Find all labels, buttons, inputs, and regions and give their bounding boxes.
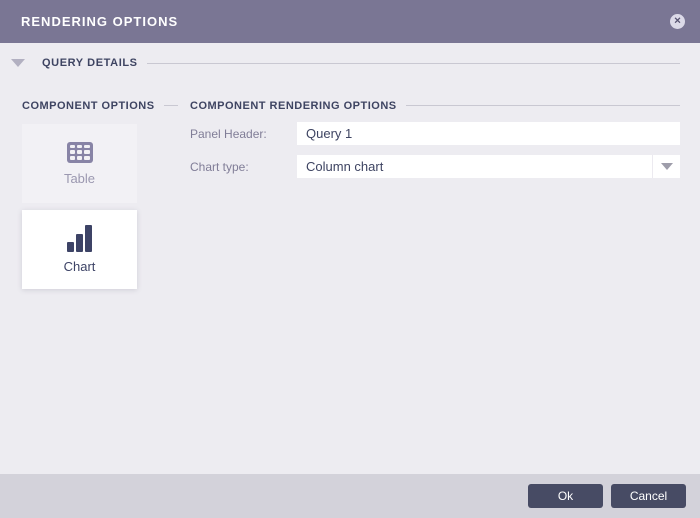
chart-type-selected-value: Column chart (306, 159, 384, 174)
section-divider-line (405, 105, 680, 106)
section-divider-line (146, 62, 680, 64)
cancel-button[interactable]: Cancel (611, 484, 686, 508)
options-columns: COMPONENT OPTIONS Table Chart COMPONENT … (22, 100, 680, 289)
table-grid-icon (66, 141, 93, 163)
dialog-title: RENDERING OPTIONS (21, 14, 179, 29)
bar-chart-icon (67, 225, 92, 252)
rendering-options-column: COMPONENT RENDERING OPTIONS Panel Header… (190, 100, 680, 178)
rendering-options-title: COMPONENT RENDERING OPTIONS (190, 99, 397, 112)
component-options-title: COMPONENT OPTIONS (22, 99, 155, 112)
section-divider-line (163, 105, 178, 106)
component-option-chart[interactable]: Chart (22, 210, 137, 289)
query-details-section-header: QUERY DETAILS (11, 55, 680, 71)
rendering-options-header: COMPONENT RENDERING OPTIONS (190, 99, 680, 112)
panel-header-row: Panel Header: (190, 122, 680, 145)
collapse-caret-icon[interactable] (11, 59, 25, 67)
dialog-footer: Ok Cancel (0, 474, 700, 518)
component-options-header: COMPONENT OPTIONS (22, 99, 190, 112)
panel-header-label: Panel Header: (190, 126, 267, 141)
ok-button[interactable]: Ok (528, 484, 603, 508)
component-options-column: COMPONENT OPTIONS Table Chart (22, 100, 190, 289)
select-caret-zone (652, 155, 680, 178)
chevron-down-icon (660, 163, 673, 170)
rendering-options-dialog: RENDERING OPTIONS ✕ QUERY DETAILS COMPON… (0, 0, 700, 518)
component-option-table[interactable]: Table (22, 124, 137, 203)
dialog-header: RENDERING OPTIONS ✕ (0, 0, 700, 43)
dialog-body: QUERY DETAILS COMPONENT OPTIONS Table Ch… (0, 43, 700, 474)
chart-type-label: Chart type: (190, 159, 249, 174)
query-details-label: QUERY DETAILS (42, 57, 138, 69)
panel-header-input[interactable] (297, 122, 680, 145)
chart-option-label: Chart (63, 259, 96, 274)
table-option-label: Table (63, 170, 96, 186)
close-button[interactable]: ✕ (670, 14, 685, 29)
chart-type-select[interactable]: Column chart (297, 155, 680, 178)
close-icon: ✕ (673, 15, 682, 26)
chart-type-row: Chart type: Column chart (190, 155, 680, 178)
